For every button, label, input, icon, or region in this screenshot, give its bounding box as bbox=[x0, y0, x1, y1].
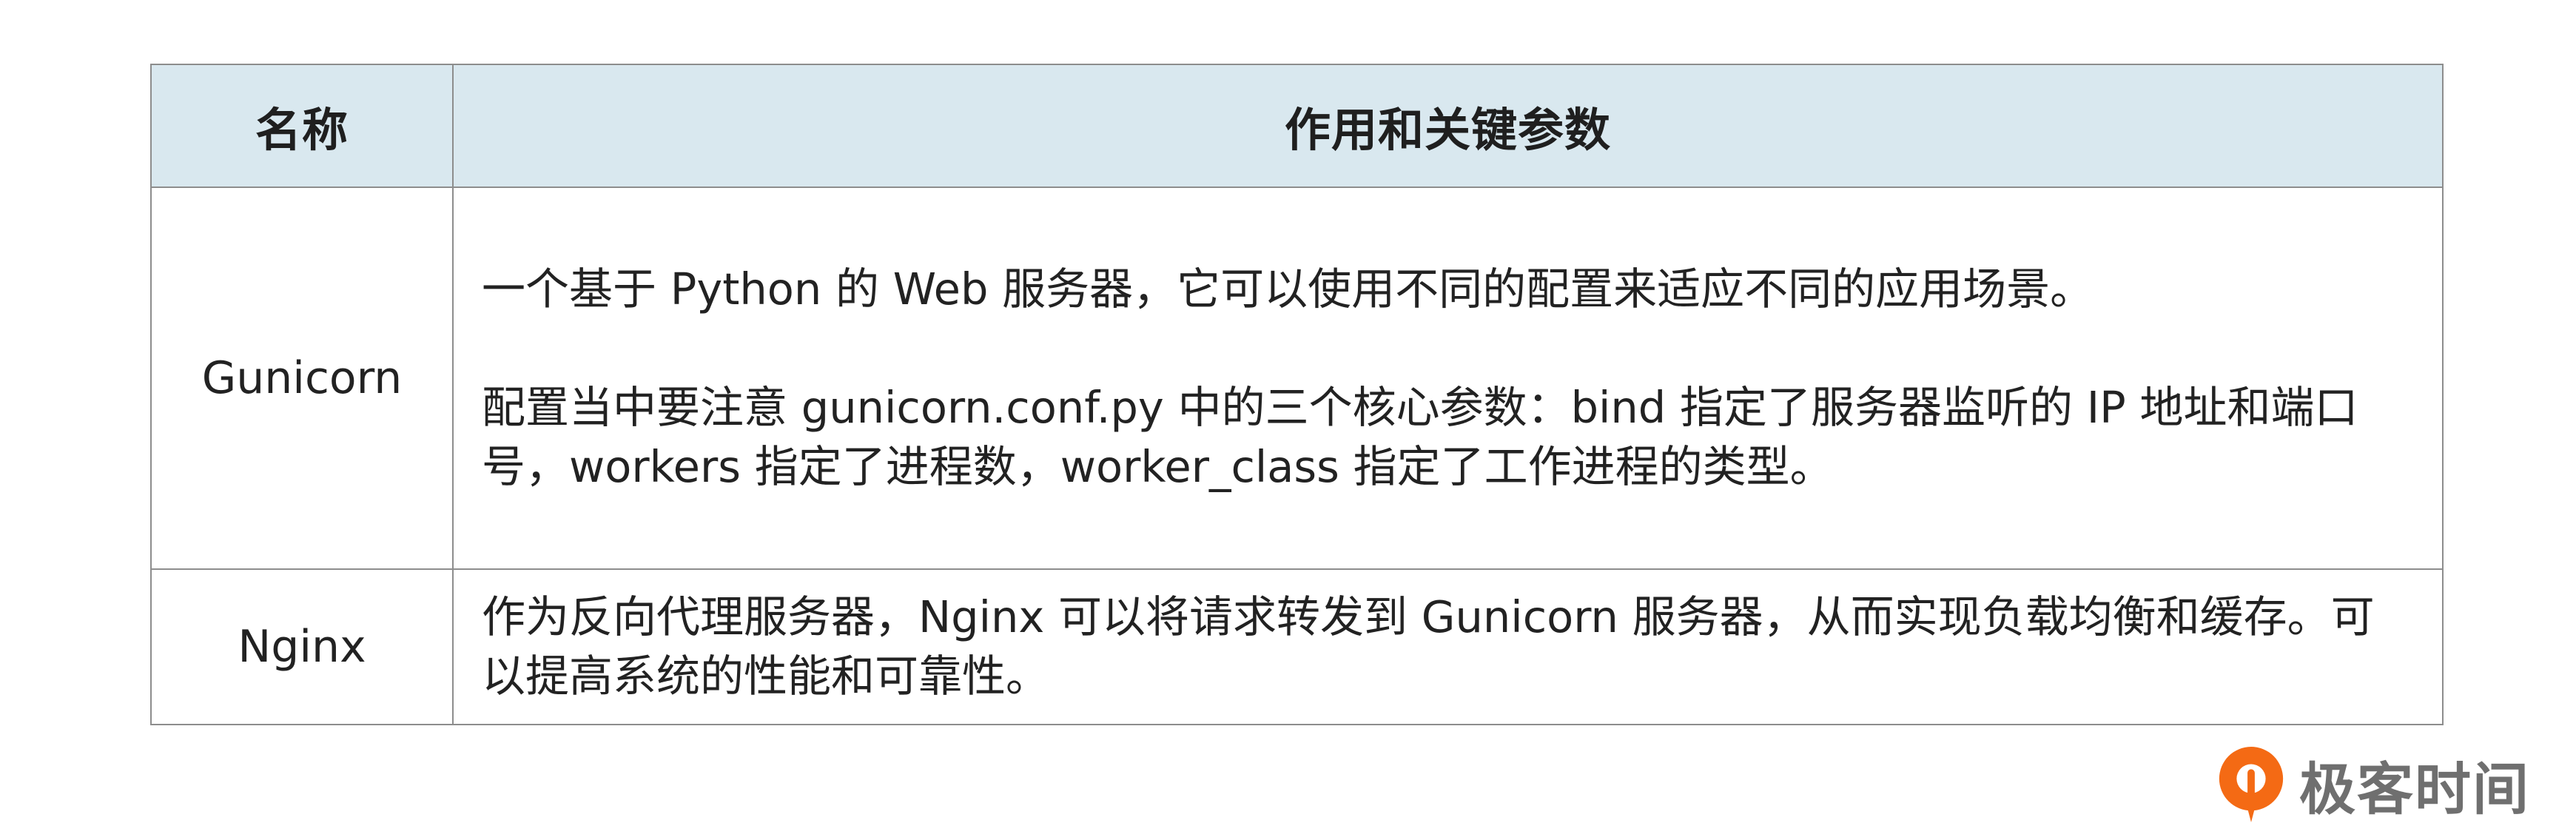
header-name-label: 名称 bbox=[255, 103, 349, 157]
table-row-gunicorn: Gunicorn 一个基于 Python 的 Web 服务器，它可以使用不同的配… bbox=[152, 188, 2442, 570]
geektime-logo-icon bbox=[2219, 747, 2284, 822]
description-paragraph: 一个基于 Python 的 Web 服务器，它可以使用不同的配置来适应不同的应用… bbox=[482, 263, 2094, 315]
description-paragraph: 作为反向代理服务器，Nginx 可以将请求转发到 Gunicorn 服务器，从而… bbox=[482, 591, 2375, 702]
row-name: Gunicorn bbox=[201, 352, 403, 404]
header-cell-description: 作用和关键参数 bbox=[454, 65, 2442, 187]
comparison-table: 名称 作用和关键参数 Gunicorn 一个基于 Python 的 Web 服务… bbox=[150, 64, 2444, 725]
name-cell: Gunicorn bbox=[152, 188, 454, 568]
description-paragraph: 配置当中要注意 gunicorn.conf.py 中的三个核心参数：bind 指… bbox=[482, 382, 2358, 492]
description-block: 作为反向代理服务器，Nginx 可以将请求转发到 Gunicorn 服务器，从而… bbox=[482, 588, 2414, 706]
brand-logo: 极客时间 bbox=[2215, 742, 2530, 827]
description-cell: 作为反向代理服务器，Nginx 可以将请求转发到 Gunicorn 服务器，从而… bbox=[454, 570, 2442, 724]
description-cell: 一个基于 Python 的 Web 服务器，它可以使用不同的配置来适应不同的应用… bbox=[454, 188, 2442, 568]
header-description-label: 作用和关键参数 bbox=[1284, 103, 1611, 157]
header-cell-name: 名称 bbox=[152, 65, 454, 187]
row-name: Nginx bbox=[238, 621, 366, 673]
brand-logo-text: 极客时间 bbox=[2299, 756, 2530, 822]
name-cell: Nginx bbox=[152, 570, 454, 724]
description-block: 一个基于 Python 的 Web 服务器，它可以使用不同的配置来适应不同的应用… bbox=[482, 260, 2414, 497]
table-row-nginx: Nginx 作为反向代理服务器，Nginx 可以将请求转发到 Gunicorn … bbox=[152, 570, 2442, 724]
table-header-row: 名称 作用和关键参数 bbox=[152, 65, 2442, 188]
